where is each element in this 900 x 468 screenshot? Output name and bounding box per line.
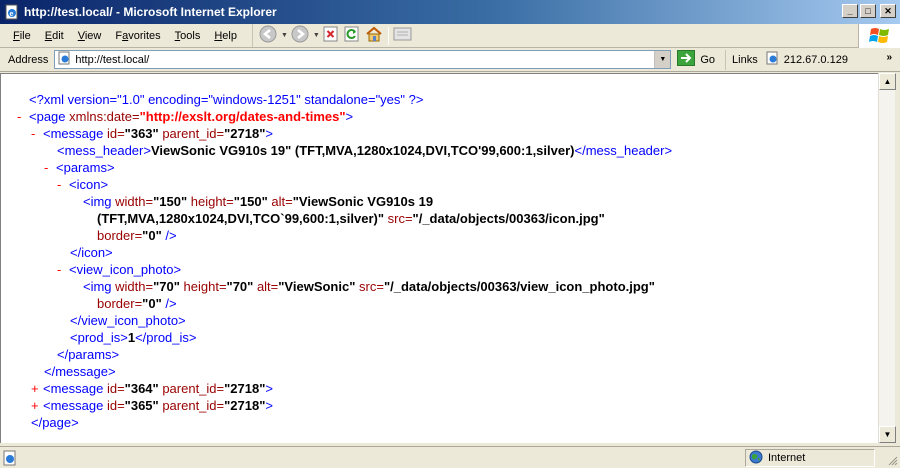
back-button[interactable] <box>259 25 277 46</box>
img-icon-line-1: <img width="150" height="150" alt="ViewS… <box>83 194 434 209</box>
message-close-line: </message> <box>44 364 116 379</box>
close-icon: ✕ <box>884 5 892 16</box>
links-overflow-icon[interactable]: » <box>886 52 892 63</box>
collapse-toggle-icon[interactable]: - <box>57 177 61 194</box>
xml-document-view: <?xml version="1.0" encoding="windows-12… <box>0 73 878 443</box>
page-element-line: - <page xmlns:date="http://exslt.org/dat… <box>17 109 354 126</box>
go-button[interactable]: Go <box>677 49 727 70</box>
page-icon <box>58 51 72 68</box>
status-bar: Internet <box>0 446 900 468</box>
security-zone: Internet <box>745 449 875 467</box>
link-page-icon <box>766 51 780 68</box>
window-title: http://test.local/ - Microsoft Internet … <box>24 5 277 19</box>
link-item[interactable]: 212.67.0.129 <box>766 51 848 68</box>
stop-icon <box>323 26 339 45</box>
home-button[interactable] <box>365 26 383 46</box>
address-dropdown-icon[interactable]: ▼ <box>654 51 671 68</box>
icon-line: - <icon> <box>57 177 109 194</box>
address-input[interactable]: http://test.local/ <box>75 54 149 66</box>
view-icon-photo-close-line: </view_icon_photo> <box>70 313 186 328</box>
maximize-button[interactable]: □ <box>860 4 876 18</box>
vertical-scrollbar[interactable]: ▲ ▼ <box>878 73 896 443</box>
collapse-toggle-message-363[interactable]: - <box>31 126 35 143</box>
menu-help[interactable]: Help <box>207 30 244 42</box>
back-icon <box>259 25 277 46</box>
refresh-icon <box>344 26 360 45</box>
prod-is-line: <prod_is>1</prod_is> <box>70 330 197 345</box>
scroll-down-icon: ▼ <box>883 430 892 439</box>
back-dropdown-icon[interactable]: ▼ <box>281 32 288 39</box>
forward-button[interactable] <box>291 25 309 46</box>
svg-text:e: e <box>10 11 14 18</box>
minimize-icon: _ <box>847 5 853 16</box>
title-bar[interactable]: e http://test.local/ - Microsoft Interne… <box>0 0 900 24</box>
menu-file[interactable]: File <box>6 30 38 42</box>
stop-button[interactable] <box>323 26 339 46</box>
message-364-line: + <message id="364" parent_id="2718"> <box>31 381 273 398</box>
maximize-icon: □ <box>865 5 871 16</box>
menu-toolbar-row: File Edit View Favorites Tools Help ▼ ▼ <box>0 24 900 48</box>
expand-toggle-message-365[interactable]: + <box>31 398 39 415</box>
expand-toggle-message-364[interactable]: + <box>31 381 39 398</box>
menu-edit[interactable]: Edit <box>38 30 71 42</box>
media-icon <box>393 26 413 45</box>
icon-close-line: </icon> <box>70 245 113 260</box>
img-icon-line-2: (TFT,MVA,1280x1024,DVI,TCO`99,600:1,silv… <box>97 211 605 226</box>
view-icon-photo-line: - <view_icon_photo> <box>57 262 182 279</box>
collapse-toggle-params[interactable]: - <box>44 160 48 177</box>
go-arrow-icon <box>677 50 696 69</box>
resize-grip-icon[interactable] <box>886 454 898 466</box>
menu-favorites[interactable]: Favorites <box>108 30 167 42</box>
collapse-toggle-page[interactable]: - <box>17 109 21 126</box>
menu-view[interactable]: View <box>71 30 109 42</box>
zone-label: Internet <box>768 452 806 464</box>
params-close-line: </params> <box>57 347 120 362</box>
forward-dropdown-icon[interactable]: ▼ <box>313 32 320 39</box>
params-line: - <params> <box>44 160 115 177</box>
menu-tools[interactable]: Tools <box>168 30 208 42</box>
img-photo-line-2: border="0" /> <box>97 296 177 311</box>
globe-icon <box>749 450 763 467</box>
img-icon-line-3: border="0" /> <box>97 228 177 243</box>
scroll-up-button[interactable]: ▲ <box>879 73 896 90</box>
standard-toolbar: ▼ ▼ <box>253 24 414 47</box>
close-button[interactable]: ✕ <box>880 4 896 18</box>
xml-declaration: <?xml version="1.0" encoding="windows-12… <box>29 92 424 107</box>
windows-logo <box>858 24 900 48</box>
toolbar-separator <box>387 26 389 45</box>
status-page-icon <box>2 449 24 467</box>
page-close-line: </page> <box>31 415 79 430</box>
address-bar[interactable]: http://test.local/ ▼ <box>54 50 672 69</box>
mess-header-line: <mess_header>ViewSonic VG910s 19" (TFT,M… <box>57 143 673 158</box>
ie-page-icon: e <box>4 4 20 20</box>
message-365-line: + <message id="365" parent_id="2718"> <box>31 398 273 415</box>
collapse-toggle-view-icon-photo[interactable]: - <box>57 262 61 279</box>
minimize-button[interactable]: _ <box>842 4 858 18</box>
links-bar: Links 212.67.0.129 <box>732 51 848 68</box>
links-label: Links <box>732 53 758 66</box>
refresh-button[interactable] <box>344 26 360 46</box>
link-item-label: 212.67.0.129 <box>783 53 848 66</box>
address-label: Address <box>8 53 49 66</box>
go-label: Go <box>700 53 716 66</box>
scroll-up-icon: ▲ <box>883 77 892 86</box>
img-photo-line-1: <img width="70" height="70" alt="ViewSon… <box>83 279 655 294</box>
home-icon <box>365 26 383 45</box>
scroll-down-button[interactable]: ▼ <box>879 426 896 443</box>
media-button[interactable] <box>393 26 413 46</box>
message-363-line: - <message id="363" parent_id="2718"> <box>31 126 273 143</box>
address-row: Address http://test.local/ ▼ Go Links 21… <box>0 48 900 72</box>
menu-bar: File Edit View Favorites Tools Help <box>0 24 253 47</box>
forward-icon <box>291 25 309 46</box>
